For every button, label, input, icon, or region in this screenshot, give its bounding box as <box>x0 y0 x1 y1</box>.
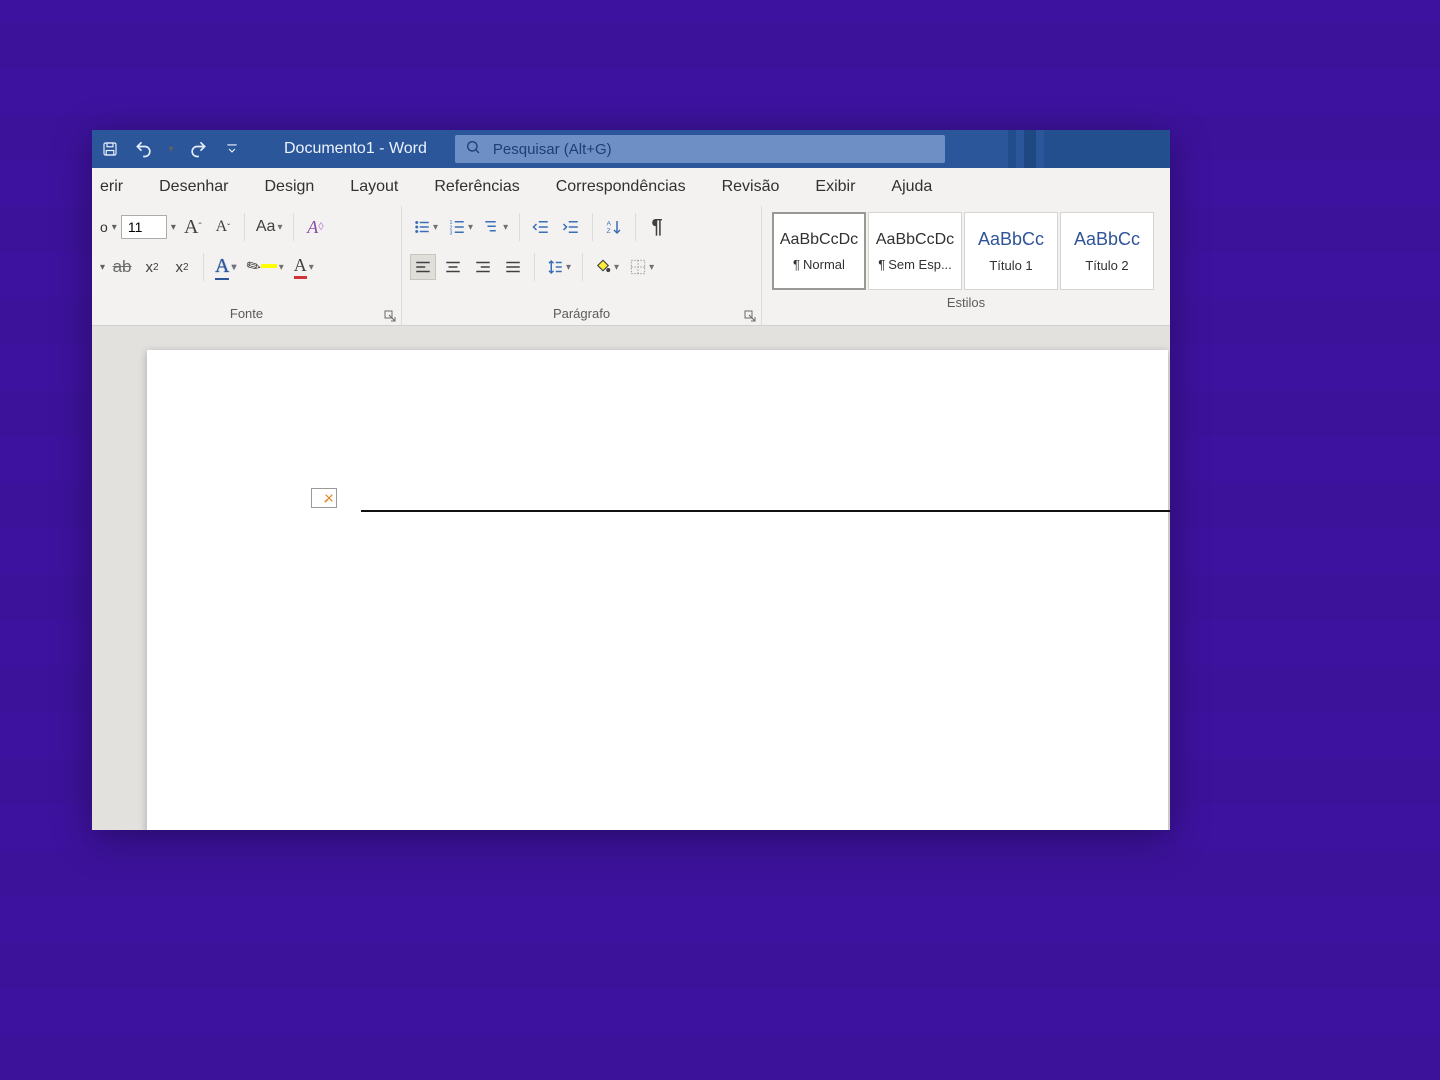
search-input[interactable] <box>491 140 935 159</box>
fonte-dialog-launcher[interactable] <box>383 309 397 323</box>
text-effects-button[interactable]: A <box>212 254 239 280</box>
borders-button[interactable] <box>626 254 657 280</box>
style-preview: AaBbCcDc <box>876 231 954 249</box>
tab-ajuda[interactable]: Ajuda <box>887 172 936 202</box>
window-title: Documento1 - Word <box>284 140 427 158</box>
redo-button[interactable] <box>184 135 212 163</box>
decrease-indent-button[interactable] <box>528 214 554 240</box>
tab-correspondencias[interactable]: Correspondências <box>552 172 690 202</box>
clear-format-button[interactable]: A◊ <box>302 214 328 240</box>
tab-desenhar[interactable]: Desenhar <box>155 172 232 202</box>
highlight-button[interactable]: ✎ <box>244 254 287 280</box>
pilcrow-icon: ¶ <box>878 257 885 272</box>
workspace <box>92 326 1170 830</box>
style-sem-espacamento[interactable]: AaBbCcDc ¶Sem Esp... <box>868 212 962 290</box>
tab-revisao[interactable]: Revisão <box>718 172 784 202</box>
undo-button[interactable] <box>130 135 158 163</box>
font-name-dropdown[interactable]: ▾ <box>112 222 117 233</box>
tab-inserir[interactable]: erir <box>96 172 127 202</box>
style-preview: AaBbCcDc <box>780 231 858 249</box>
style-preview: AaBbCc <box>1074 229 1140 250</box>
svg-text:Z: Z <box>607 228 611 235</box>
numbering-button[interactable]: 123 <box>445 214 476 240</box>
grow-font-button[interactable]: Aˆ <box>180 214 206 240</box>
document-page[interactable] <box>147 350 1168 830</box>
group-paragrafo-label: Parágrafo <box>553 306 610 321</box>
align-center-button[interactable] <box>440 254 466 280</box>
show-marks-button[interactable]: ¶ <box>644 214 670 240</box>
style-preview: AaBbCc <box>978 229 1044 250</box>
font-size-dropdown[interactable]: ▾ <box>171 222 176 233</box>
group-estilos-label: Estilos <box>947 295 985 310</box>
styles-gallery: AaBbCcDc ¶Normal AaBbCcDc ¶Sem Esp... Aa… <box>770 210 1162 292</box>
style-name-label: Título 1 <box>989 258 1032 273</box>
group-fonte: o ▾ ▾ Aˆ Aˇ Aa A◊ ▾ ab x2 x2 <box>92 206 402 325</box>
undo-dropdown[interactable]: ▾ <box>164 135 178 163</box>
tab-referencias[interactable]: Referências <box>430 172 523 202</box>
superscript-button[interactable]: x2 <box>169 254 195 280</box>
tab-design[interactable]: Design <box>260 172 318 202</box>
font-color-button[interactable]: A <box>291 254 317 280</box>
font-size-input[interactable] <box>121 215 167 239</box>
increase-indent-button[interactable] <box>558 214 584 240</box>
style-titulo-2[interactable]: AaBbCc Título 2 <box>1060 212 1154 290</box>
line-spacing-button[interactable] <box>543 254 574 280</box>
qat-more-button[interactable] <box>218 135 246 163</box>
tab-layout[interactable]: Layout <box>346 172 402 202</box>
style-titulo-1[interactable]: AaBbCc Título 1 <box>964 212 1058 290</box>
font-name-cutoff[interactable]: o <box>100 219 108 235</box>
tab-exibir[interactable]: Exibir <box>811 172 859 202</box>
group-paragrafo: 123 AZ <box>402 206 762 325</box>
paragrafo-dialog-launcher[interactable] <box>743 309 757 323</box>
account-area[interactable] <box>1000 130 1170 168</box>
bullets-button[interactable] <box>410 214 441 240</box>
style-name-label: Sem Esp... <box>888 257 952 272</box>
shrink-font-button[interactable]: Aˇ <box>210 214 236 240</box>
change-case-button[interactable]: Aa <box>253 214 286 240</box>
search-icon <box>465 139 481 159</box>
style-normal[interactable]: AaBbCcDc ¶Normal <box>772 212 866 290</box>
group-fonte-label: Fonte <box>230 306 263 321</box>
title-bar: ▾ Documento1 - Word <box>92 130 1170 168</box>
word-window: ▾ Documento1 - Word erir Desenhar Design… <box>92 130 1170 830</box>
font-row2-leading-dropdown[interactable]: ▾ <box>100 262 105 273</box>
autosave-icon[interactable] <box>96 135 124 163</box>
shading-button[interactable] <box>591 254 622 280</box>
horizontal-line <box>361 510 1170 512</box>
quick-access-toolbar: ▾ <box>92 135 246 163</box>
sort-button[interactable]: AZ <box>601 214 627 240</box>
ribbon-tabs: erir Desenhar Design Layout Referências … <box>92 168 1170 206</box>
strikethrough-button[interactable]: ab <box>109 254 135 280</box>
align-justify-button[interactable] <box>500 254 526 280</box>
multilevel-list-button[interactable] <box>480 214 511 240</box>
pilcrow-icon: ¶ <box>793 257 800 272</box>
svg-text:3: 3 <box>450 231 453 237</box>
search-box[interactable] <box>455 135 945 163</box>
ribbon: o ▾ ▾ Aˆ Aˇ Aa A◊ ▾ ab x2 x2 <box>92 206 1170 326</box>
svg-text:A: A <box>607 221 612 228</box>
style-name-label: Título 2 <box>1085 258 1128 273</box>
group-estilos: AaBbCcDc ¶Normal AaBbCcDc ¶Sem Esp... Aa… <box>762 206 1170 325</box>
style-name-label: Normal <box>803 257 845 272</box>
align-right-button[interactable] <box>470 254 496 280</box>
subscript-button[interactable]: x2 <box>139 254 165 280</box>
autocorrect-options-icon[interactable] <box>311 488 337 508</box>
align-left-button[interactable] <box>410 254 436 280</box>
